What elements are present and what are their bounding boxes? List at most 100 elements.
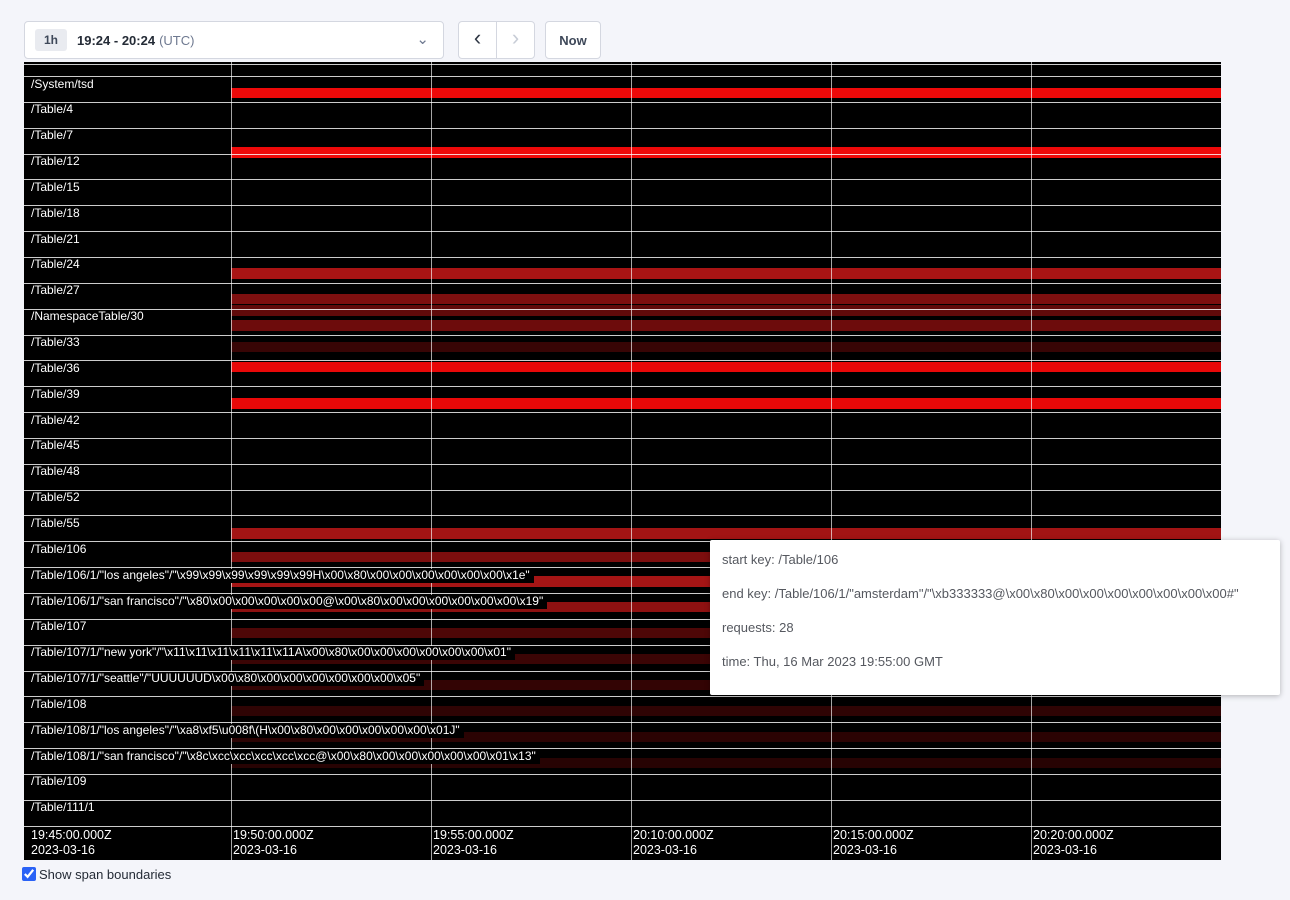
heat-band[interactable]	[231, 362, 1221, 372]
time-tick-date: 2023-03-16	[633, 843, 714, 858]
time-tick-time: 20:15:00.000Z	[833, 828, 914, 843]
time-window-range: 19:24 - 20:24	[77, 33, 155, 48]
time-tick: 19:45:00.000Z2023-03-16	[31, 828, 112, 858]
show-span-boundaries-label: Show span boundaries	[39, 867, 171, 882]
time-window-timezone: (UTC)	[159, 33, 194, 48]
span-boundary-line	[24, 464, 1221, 465]
heat-band[interactable]	[231, 268, 1221, 279]
tooltip-start-key: start key: /Table/106	[722, 553, 1268, 567]
time-tick-date: 2023-03-16	[833, 843, 914, 858]
chevron-down-icon: ⌄	[416, 35, 429, 45]
time-gridline	[631, 62, 632, 860]
time-window-next-button[interactable]: ›	[496, 21, 535, 59]
span-boundary-line	[24, 257, 1221, 258]
heat-band[interactable]	[231, 147, 1221, 158]
heat-band[interactable]	[231, 88, 1221, 98]
span-boundary-line	[24, 128, 1221, 129]
span-boundary-line	[24, 774, 1221, 775]
span-boundary-line	[24, 490, 1221, 491]
time-tick: 20:10:00.000Z2023-03-16	[633, 828, 714, 858]
tooltip-requests: requests: 28	[722, 621, 1268, 635]
time-window-duration-badge: 1h	[35, 29, 67, 51]
key-label: /Table/27	[31, 284, 84, 298]
span-boundary-line	[24, 76, 1221, 77]
heat-band[interactable]	[231, 342, 1221, 352]
time-tick: 20:15:00.000Z2023-03-16	[833, 828, 914, 858]
time-tick-time: 20:10:00.000Z	[633, 828, 714, 843]
span-boundary-line	[24, 800, 1221, 801]
span-boundary-line	[24, 386, 1221, 387]
time-gridline	[1031, 62, 1032, 860]
time-gridline	[431, 62, 432, 860]
span-boundary-line	[24, 335, 1221, 336]
time-window-selector[interactable]: 1h 19:24 - 20:24 (UTC) ⌄	[24, 21, 444, 59]
span-boundary-line	[24, 154, 1221, 155]
span-boundary-line	[24, 64, 1221, 65]
chevron-left-icon: ‹	[474, 23, 481, 53]
key-label: /Table/108/1/"los angeles"/"\xa8\xf5\u00…	[31, 724, 464, 738]
span-boundary-line	[24, 438, 1221, 439]
show-span-boundaries-checkbox[interactable]	[22, 867, 36, 881]
time-tick-date: 2023-03-16	[433, 843, 514, 858]
now-button[interactable]: Now	[545, 21, 601, 59]
time-window-prev-button[interactable]: ‹	[458, 21, 497, 59]
key-label: /Table/107	[31, 620, 90, 634]
chevron-right-icon: ›	[512, 23, 519, 53]
key-label: /Table/106/1/"san francisco"/"\x80\x00\x…	[31, 595, 547, 609]
show-span-boundaries[interactable]: Show span boundaries	[22, 867, 171, 882]
key-label: /Table/39	[31, 388, 84, 402]
time-tick: 19:55:00.000Z2023-03-16	[433, 828, 514, 858]
key-label: /Table/108	[31, 698, 90, 712]
key-label: /Table/12	[31, 155, 84, 169]
time-tick-time: 19:50:00.000Z	[233, 828, 314, 843]
key-label: /Table/24	[31, 258, 84, 272]
span-boundary-line	[24, 231, 1221, 232]
key-label: /Table/15	[31, 181, 84, 195]
heat-band[interactable]	[231, 528, 1221, 539]
key-label: /Table/7	[31, 129, 77, 143]
key-label: /Table/42	[31, 414, 84, 428]
key-label: /Table/36	[31, 362, 84, 376]
key-label: /Table/33	[31, 336, 84, 350]
heat-band[interactable]	[231, 706, 1221, 716]
span-boundary-line	[24, 102, 1221, 103]
span-boundary-line	[24, 179, 1221, 180]
heat-band[interactable]	[231, 305, 1221, 316]
key-label: /Table/109	[31, 775, 90, 789]
heat-band[interactable]	[231, 320, 1221, 331]
span-boundary-line	[24, 360, 1221, 361]
span-boundary-line	[24, 696, 1221, 697]
time-tick-time: 19:45:00.000Z	[31, 828, 112, 843]
key-label: /NamespaceTable/30	[31, 310, 148, 324]
key-label: /Table/107/1/"new york"/"\x11\x11\x11\x1…	[31, 646, 515, 660]
time-gridline	[231, 62, 232, 860]
span-boundary-line	[24, 205, 1221, 206]
key-label: /Table/45	[31, 439, 84, 453]
time-tick-time: 20:20:00.000Z	[1033, 828, 1114, 843]
time-window-nav: ‹ ›	[458, 21, 535, 59]
span-boundary-line	[24, 826, 1221, 827]
key-label: /Table/107/1/"seattle"/"UUUUUUD\x00\x80\…	[31, 672, 424, 686]
heat-band[interactable]	[231, 294, 1221, 304]
key-label: /Table/18	[31, 207, 84, 221]
span-boundary-line	[24, 283, 1221, 284]
keyvis-tooltip: start key: /Table/106 end key: /Table/10…	[710, 540, 1280, 695]
heat-band[interactable]	[231, 398, 1221, 409]
key-label: /Table/52	[31, 491, 84, 505]
key-label: /Table/21	[31, 233, 84, 247]
time-tick-date: 2023-03-16	[1033, 843, 1114, 858]
key-label: /Table/106/1/"los angeles"/"\x99\x99\x99…	[31, 569, 534, 583]
key-label: /Table/4	[31, 103, 77, 117]
time-tick: 19:50:00.000Z2023-03-16	[233, 828, 314, 858]
time-tick-time: 19:55:00.000Z	[433, 828, 514, 843]
span-boundary-line	[24, 515, 1221, 516]
time-tick: 20:20:00.000Z2023-03-16	[1033, 828, 1114, 858]
key-label: /Table/55	[31, 517, 84, 531]
tooltip-end-key: end key: /Table/106/1/"amsterdam"/"\xb33…	[722, 587, 1268, 601]
key-label: /Table/106	[31, 543, 90, 557]
time-gridline	[831, 62, 832, 860]
key-label: /Table/48	[31, 465, 84, 479]
time-tick-date: 2023-03-16	[233, 843, 314, 858]
time-tick-date: 2023-03-16	[31, 843, 112, 858]
keyvis-canvas[interactable]: 19:45:00.000Z2023-03-1619:50:00.000Z2023…	[24, 62, 1221, 860]
